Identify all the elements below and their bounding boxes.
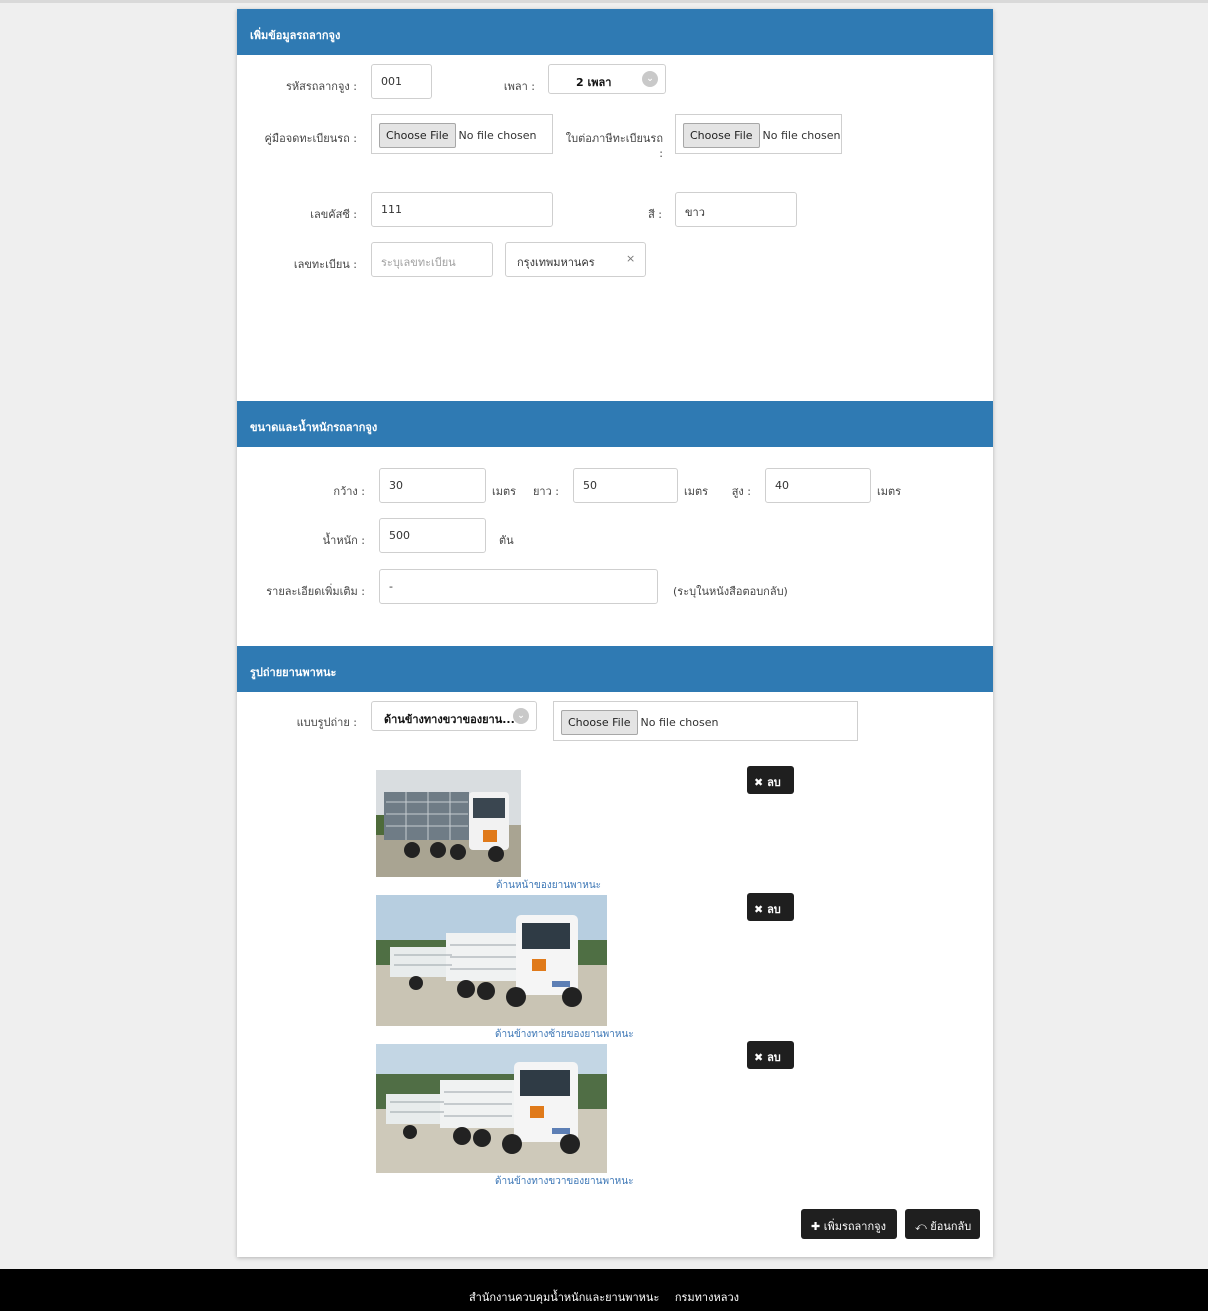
photo-front-thumbnail	[376, 770, 521, 877]
province-value: กรุงเทพมหานคร	[517, 256, 595, 269]
color-label: สี :	[648, 208, 662, 221]
photo-front-caption: ด้านหน้าของยานพาหนะ	[496, 880, 602, 891]
delete-photo-left-side-button[interactable]: ✖ ลบ	[747, 893, 794, 921]
add-truck-label: เพิ่มรถลากจูง	[823, 1220, 886, 1233]
length-label: ยาว :	[532, 485, 559, 498]
clear-icon[interactable]: ×	[626, 252, 635, 265]
form-card: เพิ่มข้อมูลรถลากจูง รหัสรถลากจูง : 001 เ…	[237, 9, 993, 1257]
weight-unit: ตัน	[499, 534, 514, 547]
add-truck-button[interactable]: ✚ เพิ่มรถลากจูง	[801, 1209, 897, 1239]
details-label: รายละเอียดเพิ่มเติม :	[266, 585, 365, 598]
province-select[interactable]: กรุงเทพมหานคร ×	[505, 242, 646, 277]
manual-label: คู่มือจดทะเบียนรถ :	[264, 132, 357, 145]
photo-left-side-thumbnail	[376, 895, 607, 1026]
chevron-down-icon: ⌄	[513, 708, 529, 724]
section-header-truck-info: เพิ่มข้อมูลรถลากจูง	[237, 9, 993, 55]
reply-arrow-icon: ⤺	[915, 1220, 927, 1233]
plate-input[interactable]: ระบุเลขทะเบียน	[371, 242, 493, 277]
close-icon: ✖	[754, 776, 764, 789]
tax-label: ใบต่อภาษีทะเบียนรถ :	[565, 132, 663, 160]
photo-right-side-caption: ด้านข้างทางขวาของยานพาหนะ	[495, 1176, 634, 1187]
plate-label: เลขทะเบียน :	[293, 258, 357, 271]
tax-file-status: No file chosen	[762, 129, 841, 142]
tax-choose-file-button[interactable]: Choose File	[683, 123, 760, 148]
photo-pattern-select[interactable]: ด้านข้างทางขวาของยาน... ⌄	[371, 701, 537, 731]
chassis-label: เลขคัสซี :	[310, 208, 357, 221]
top-border	[0, 0, 1208, 3]
back-label: ย้อนกลับ	[930, 1220, 972, 1233]
delete-label: ลบ	[767, 1051, 781, 1064]
section-header-photos: รูปถ่ายยานพาหนะ	[237, 646, 993, 692]
chassis-input[interactable]: 111	[371, 192, 553, 227]
height-unit: เมตร	[877, 485, 902, 498]
delete-photo-front-button[interactable]: ✖ ลบ	[747, 766, 794, 794]
plus-icon: ✚	[811, 1220, 821, 1233]
details-note: (ระบุในหนังสือตอบกลับ)	[673, 585, 788, 598]
delete-label: ลบ	[767, 776, 781, 789]
details-input[interactable]: -	[379, 569, 658, 604]
photo-file-input[interactable]: Choose File No file chosen	[553, 701, 858, 741]
axle-label: เพลา :	[503, 80, 535, 93]
weight-input[interactable]: 500	[379, 518, 486, 553]
footer-org: สำนักงานควบคุมน้ำหนักและยานพาหนะ	[468, 1291, 660, 1304]
footer: สำนักงานควบคุมน้ำหนักและยานพาหนะ กรมทางห…	[0, 1269, 1208, 1311]
height-label: สูง :	[731, 485, 751, 498]
truck-code-label: รหัสรถลากจูง :	[285, 80, 357, 93]
close-icon: ✖	[754, 1051, 764, 1064]
length-input[interactable]: 50	[573, 468, 678, 503]
truck-code-input[interactable]: 001	[371, 64, 432, 99]
weight-label: น้ำหนัก :	[322, 534, 365, 547]
length-unit: เมตร	[684, 485, 709, 498]
delete-label: ลบ	[767, 903, 781, 916]
manual-choose-file-button[interactable]: Choose File	[379, 123, 456, 148]
width-input[interactable]: 30	[379, 468, 486, 503]
manual-file-status: No file chosen	[458, 129, 537, 142]
photo-right-side-thumbnail	[376, 1044, 607, 1173]
color-input[interactable]: ขาว	[675, 192, 797, 227]
photo-choose-file-button[interactable]: Choose File	[561, 710, 638, 735]
section-header-size-weight: ขนาดและน้ำหนักรถลากจูง	[237, 401, 993, 447]
axle-select[interactable]: 2 เพลา ⌄	[548, 64, 666, 94]
height-input[interactable]: 40	[765, 468, 871, 503]
width-unit: เมตร	[492, 485, 517, 498]
manual-file-input[interactable]: Choose File No file chosen	[371, 114, 553, 154]
axle-select-value: 2 เพลา	[576, 76, 612, 89]
footer-dept: กรมทางหลวง	[674, 1291, 740, 1304]
delete-photo-right-side-button[interactable]: ✖ ลบ	[747, 1041, 794, 1069]
chevron-down-icon: ⌄	[642, 71, 658, 87]
photo-pattern-label: แบบรูปถ่าย :	[296, 716, 357, 729]
tax-file-input[interactable]: Choose File No file chosen	[675, 114, 842, 154]
close-icon: ✖	[754, 903, 764, 916]
photo-left-side-caption: ด้านข้างทางซ้ายของยานพาหนะ	[495, 1029, 634, 1040]
photo-file-status: No file chosen	[640, 716, 719, 729]
width-label: กว้าง :	[333, 485, 365, 498]
back-button[interactable]: ⤺ ย้อนกลับ	[905, 1209, 980, 1239]
photo-pattern-value: ด้านข้างทางขวาของยาน...	[384, 713, 515, 726]
